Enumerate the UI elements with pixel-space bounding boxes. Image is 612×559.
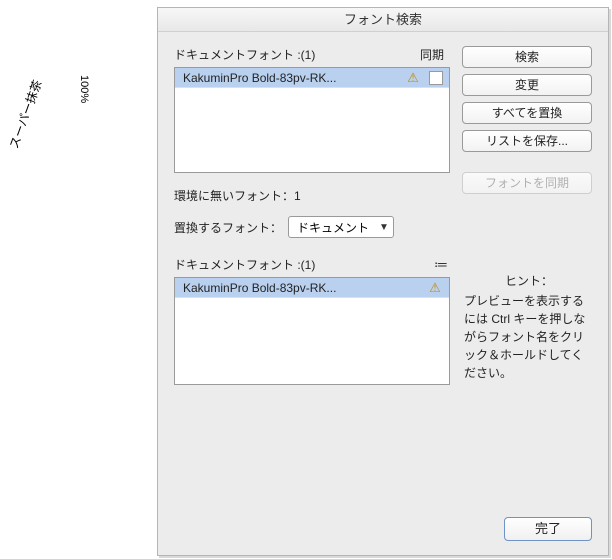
warning-icon: ⚠ [405, 70, 421, 86]
font-name: KakuminPro Bold-83pv-RK... [183, 281, 427, 295]
warning-icon: ⚠ [427, 280, 443, 296]
replacement-fonts-list[interactable]: KakuminPro Bold-83pv-RK... ⚠ [174, 277, 450, 385]
sync-checkbox[interactable] [429, 71, 443, 85]
font-list-item[interactable]: KakuminPro Bold-83pv-RK... ⚠ [175, 68, 449, 88]
document-fonts-label: ドキュメントフォント :(1) [174, 46, 315, 63]
sync-fonts-button: フォントを同期 [462, 172, 592, 194]
font-name: KakuminPro Bold-83pv-RK... [183, 71, 405, 85]
zoom-level: 100% [78, 75, 90, 103]
replace-scope-dropdown[interactable]: ドキュメント ▼ [288, 216, 394, 238]
search-button[interactable]: 検索 [462, 46, 592, 68]
font-list-item[interactable]: KakuminPro Bold-83pv-RK... ⚠ [175, 278, 449, 298]
chevron-down-icon: ▼ [379, 222, 389, 233]
change-button[interactable]: 変更 [462, 74, 592, 96]
hint-text: ヒント： プレビューを表示するには Ctrl キーを押しながらフォント名をクリッ… [464, 272, 594, 382]
dialog-title: フォント検索 [158, 8, 608, 32]
save-list-button[interactable]: リストを保存... [462, 130, 592, 152]
replacement-fonts-label: ドキュメントフォント :(1) [174, 256, 315, 273]
sync-column-header: 同期 [420, 46, 444, 63]
replace-with-label: 置換するフォント： [174, 219, 282, 236]
document-fonts-list[interactable]: KakuminPro Bold-83pv-RK... ⚠ [174, 67, 450, 173]
replace-scope-value: ドキュメント [297, 219, 369, 236]
missing-fonts-label: 環境に無いフォント：1 [174, 187, 450, 204]
done-button[interactable]: 完了 [504, 517, 592, 541]
change-all-button[interactable]: すべてを置換 [462, 102, 592, 124]
font-search-dialog: フォント検索 ドキュメントフォント :(1) 同期 KakuminPro Bol… [157, 7, 609, 556]
background-doc-title: スーパー抹茶 [5, 77, 46, 150]
list-menu-icon[interactable]: ≔ [432, 256, 450, 273]
